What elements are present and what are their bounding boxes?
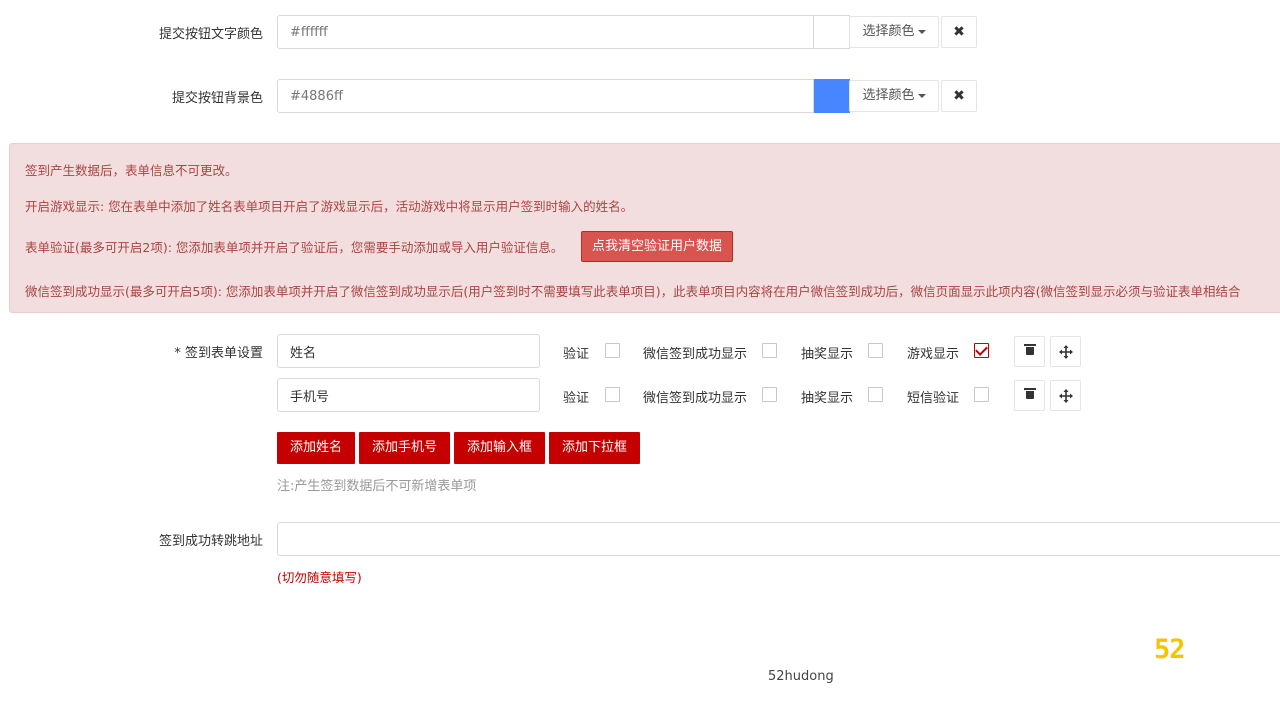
close-icon: ✖ bbox=[953, 88, 965, 104]
add-input-button[interactable]: 添加输入框 bbox=[454, 432, 545, 464]
submit-bg-color-input[interactable] bbox=[277, 79, 814, 113]
row1-verify-checkbox[interactable] bbox=[605, 343, 620, 358]
form-field-phone-input[interactable] bbox=[277, 378, 540, 412]
alert-line-4: 微信签到成功显示(最多可开启5项): 您添加表单项并开启了微信签到成功显示后(用… bbox=[25, 284, 1241, 299]
option-label: 验证 bbox=[563, 347, 590, 362]
option-label: 游戏显示 bbox=[907, 347, 960, 362]
row1-lottery-display-checkbox[interactable] bbox=[868, 343, 883, 358]
move-icon bbox=[1059, 389, 1073, 403]
submit-text-color-input[interactable] bbox=[277, 15, 814, 49]
row1-delete-button[interactable] bbox=[1014, 336, 1045, 367]
clear-verify-users-button[interactable]: 点我清空验证用户数据 bbox=[581, 231, 733, 262]
logo: 52 bbox=[1154, 634, 1186, 665]
submit-bg-clear-button[interactable]: ✖ bbox=[941, 80, 977, 112]
row2-drag-handle[interactable] bbox=[1050, 380, 1081, 411]
redirect-label: 签到成功转跳地址 bbox=[158, 534, 263, 549]
row2-wechat-display-checkbox[interactable] bbox=[762, 387, 777, 402]
option-label: 微信签到成功显示 bbox=[643, 347, 748, 362]
alert-line-2: 开启游戏显示: 您在表单中添加了姓名表单项目开启了游戏显示后，活动游戏中将显示用… bbox=[25, 199, 634, 214]
option-label: 微信签到成功显示 bbox=[643, 391, 748, 406]
form-settings-label: * 签到表单设置 bbox=[174, 346, 263, 361]
info-alert: 签到产生数据后，表单信息不可更改。 开启游戏显示: 您在表单中添加了姓名表单项目… bbox=[9, 143, 1280, 313]
submit-bg-pick-color-button[interactable]: 选择颜色 bbox=[849, 80, 939, 112]
row2-delete-button[interactable] bbox=[1014, 380, 1045, 411]
option-label: 抽奖显示 bbox=[801, 391, 854, 406]
submit-text-color-swatch bbox=[814, 15, 850, 49]
submit-text-pick-color-button[interactable]: 选择颜色 bbox=[849, 16, 939, 48]
add-phone-button[interactable]: 添加手机号 bbox=[359, 432, 450, 464]
submit-bg-color-label: 提交按钮背景色 bbox=[171, 91, 263, 106]
caret-down-icon bbox=[917, 93, 926, 98]
move-icon bbox=[1059, 345, 1073, 359]
row1-drag-handle[interactable] bbox=[1050, 336, 1081, 367]
option-label: 抽奖显示 bbox=[801, 347, 854, 362]
row1-wechat-display-checkbox[interactable] bbox=[762, 343, 777, 358]
close-icon: ✖ bbox=[953, 24, 965, 40]
watermark-text: 52hudong bbox=[768, 669, 834, 684]
trash-icon bbox=[1024, 344, 1036, 355]
row2-verify-checkbox[interactable] bbox=[605, 387, 620, 402]
caret-down-icon bbox=[917, 29, 926, 34]
alert-line-3: 表单验证(最多可开启2项): 您添加表单项并开启了验证后，您需要手动添加或导入用… bbox=[25, 240, 564, 255]
form-field-name-input[interactable] bbox=[277, 334, 540, 368]
pick-color-label: 选择颜色 bbox=[862, 24, 915, 39]
option-label: 验证 bbox=[563, 391, 590, 406]
trash-icon bbox=[1024, 388, 1036, 399]
row1-game-display-checkbox[interactable] bbox=[974, 343, 989, 358]
row2-sms-verify-checkbox[interactable] bbox=[974, 387, 989, 402]
submit-text-color-label: 提交按钮文字颜色 bbox=[158, 27, 263, 42]
redirect-warning: (切勿随意填写) bbox=[277, 570, 362, 585]
submit-text-clear-button[interactable]: ✖ bbox=[941, 16, 977, 48]
row2-lottery-display-checkbox[interactable] bbox=[868, 387, 883, 402]
option-label: 短信验证 bbox=[907, 391, 960, 406]
add-dropdown-button[interactable]: 添加下拉框 bbox=[549, 432, 640, 464]
submit-bg-color-swatch bbox=[814, 79, 850, 113]
redirect-url-input[interactable] bbox=[277, 522, 1280, 556]
add-name-button[interactable]: 添加姓名 bbox=[277, 432, 355, 464]
alert-line-1: 签到产生数据后，表单信息不可更改。 bbox=[25, 163, 238, 178]
form-settings-note: 注:产生签到数据后不可新增表单项 bbox=[277, 479, 477, 494]
pick-color-label: 选择颜色 bbox=[862, 88, 915, 103]
